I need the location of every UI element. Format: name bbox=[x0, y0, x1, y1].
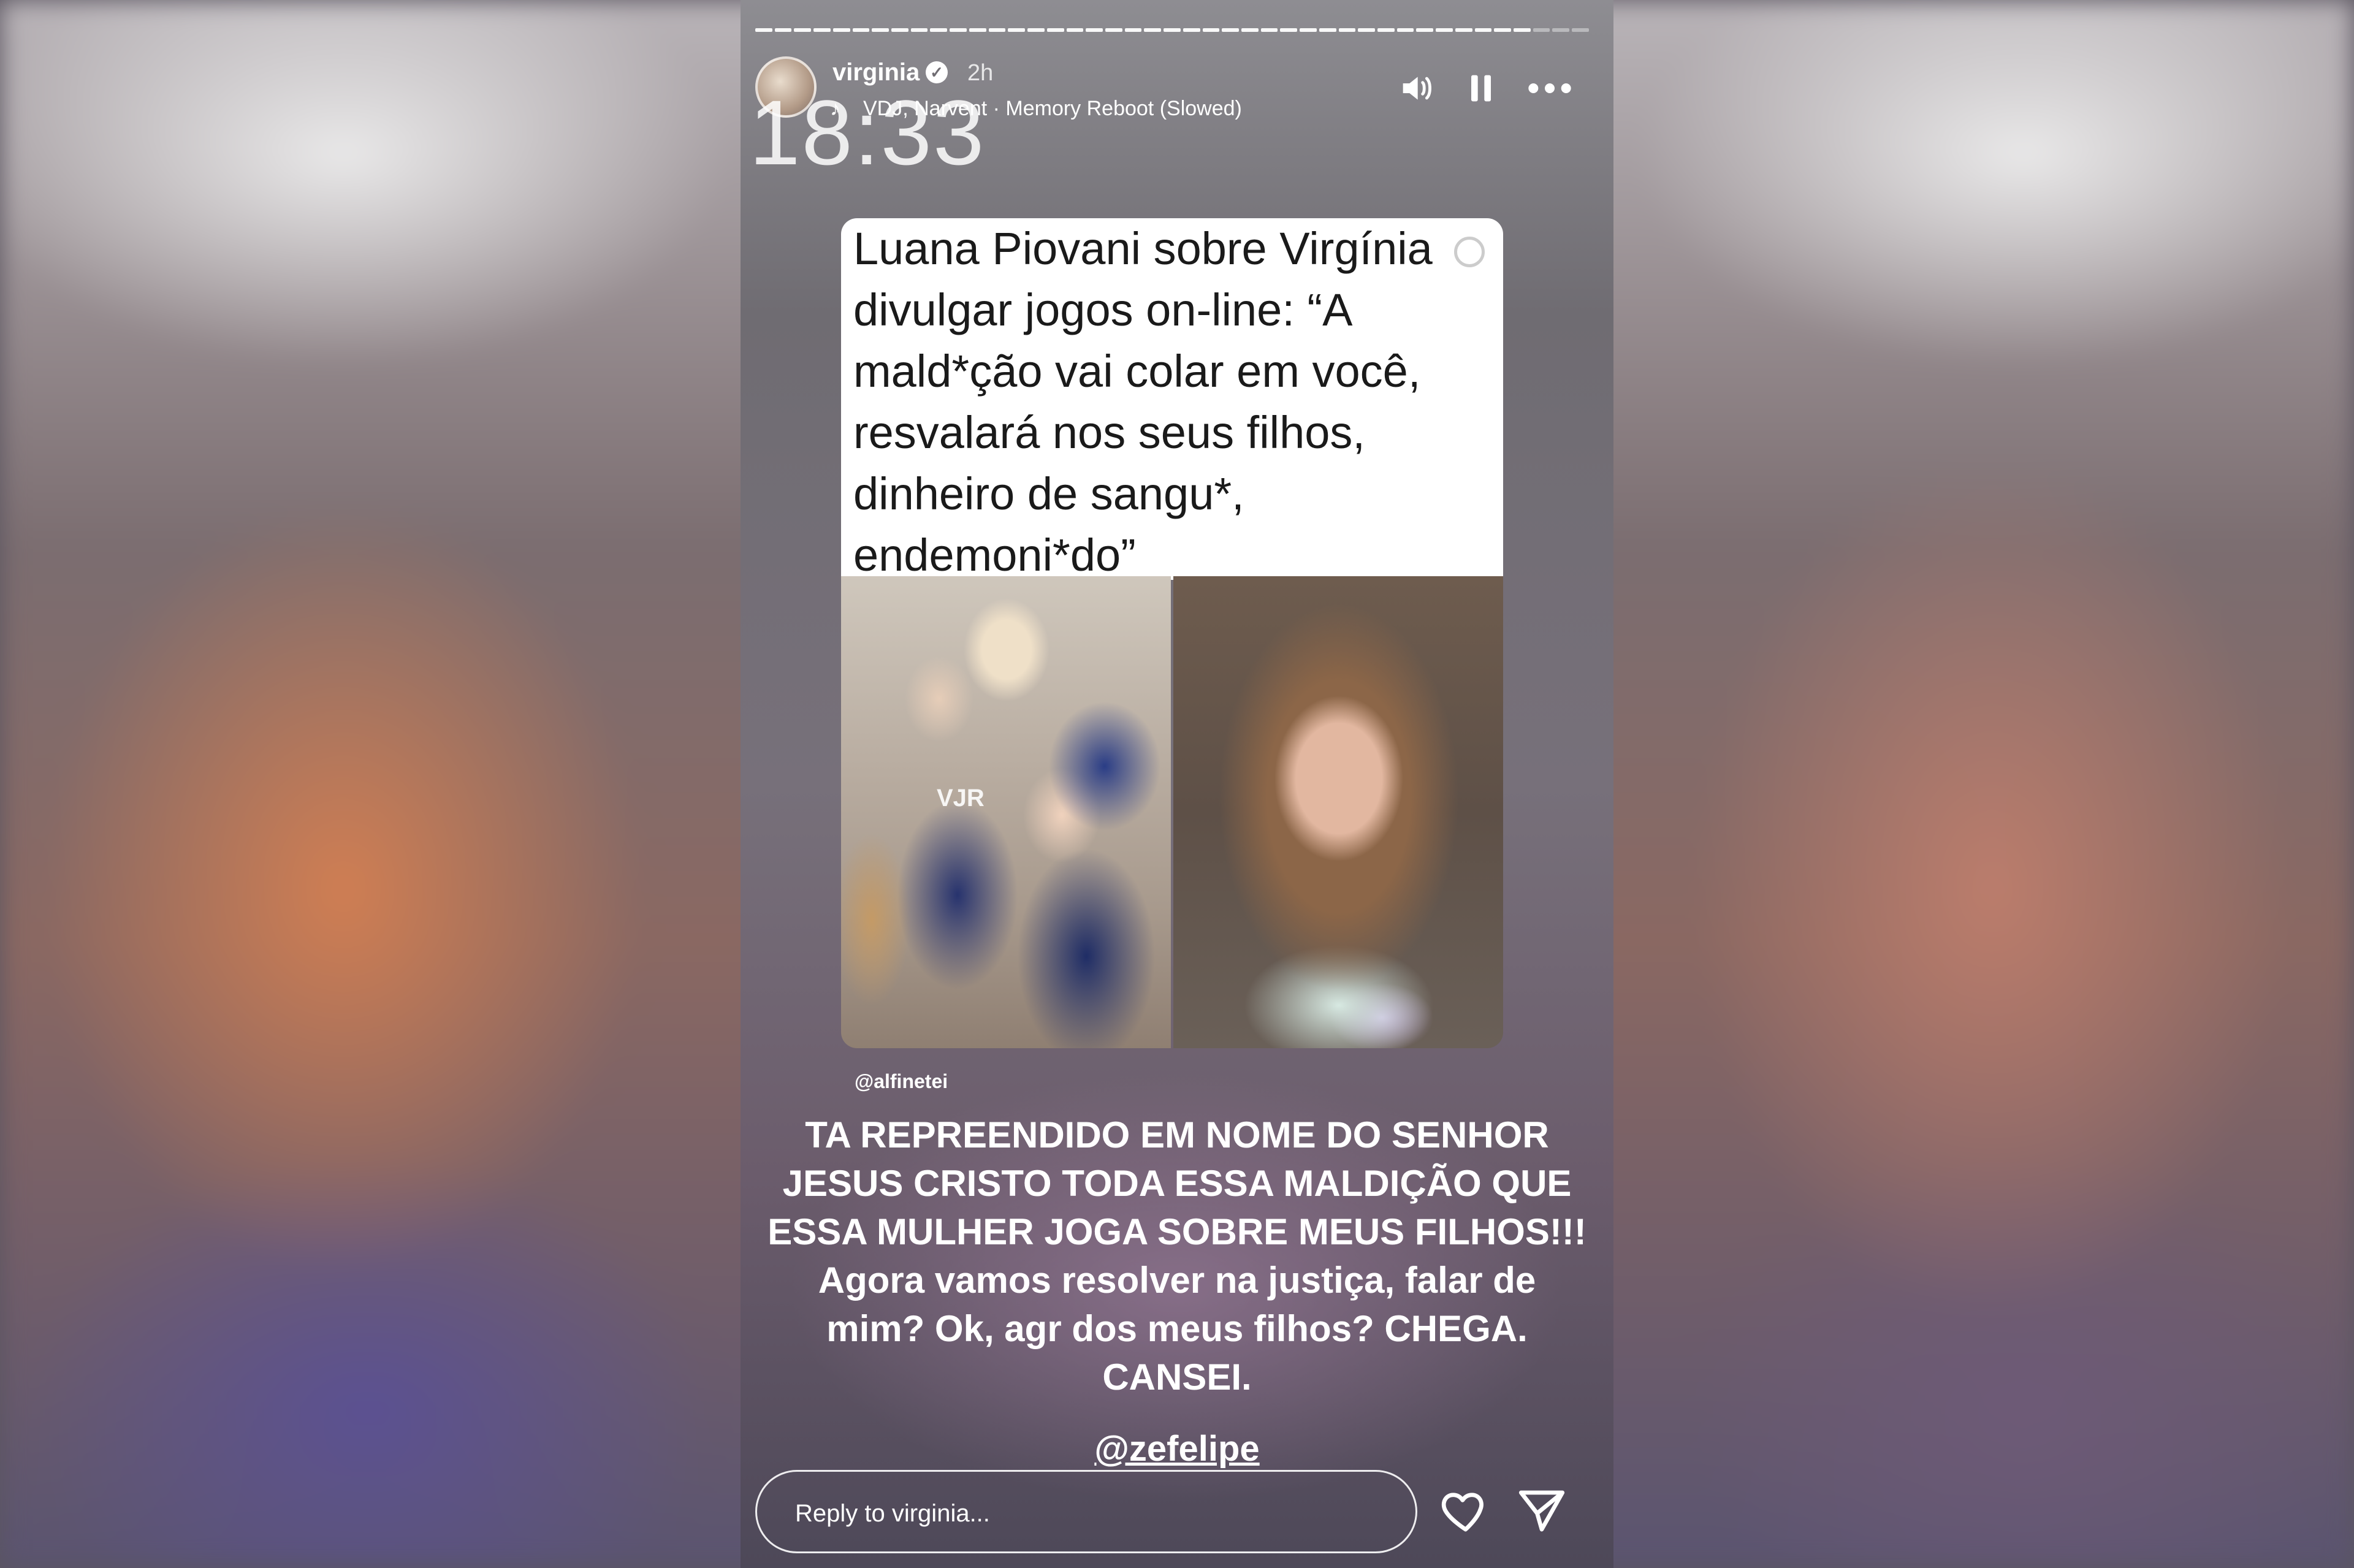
progress-segment bbox=[1144, 28, 1162, 32]
quote-card: Luana Piovani sobre Virgínia divulgar jo… bbox=[841, 218, 1503, 580]
progress-segment bbox=[969, 28, 986, 32]
progress-segment bbox=[1455, 28, 1472, 32]
progress-segment bbox=[1436, 28, 1453, 32]
progress-segment bbox=[1105, 28, 1122, 32]
progress-segment bbox=[1183, 28, 1200, 32]
progress-segment bbox=[1533, 28, 1550, 32]
clock-overlay: 18:33 bbox=[749, 81, 986, 184]
progress-segment bbox=[1377, 28, 1395, 32]
progress-segment bbox=[1260, 28, 1278, 32]
card-dot-icon bbox=[1454, 237, 1485, 267]
reply-input[interactable]: Reply to virginia... bbox=[755, 1470, 1417, 1553]
progress-segment bbox=[1474, 28, 1492, 32]
progress-segment bbox=[1066, 28, 1084, 32]
progress-segment bbox=[891, 28, 908, 32]
progress-segment bbox=[1086, 28, 1103, 32]
progress-segment bbox=[1280, 28, 1298, 32]
heart-icon[interactable] bbox=[1436, 1483, 1491, 1539]
progress-segment bbox=[1358, 28, 1375, 32]
progress-segment bbox=[930, 28, 948, 32]
progress-segment bbox=[1222, 28, 1239, 32]
progress-segment bbox=[1124, 28, 1142, 32]
progress-segment bbox=[1241, 28, 1259, 32]
progress-segment bbox=[1046, 28, 1064, 32]
portrait-photo bbox=[1173, 576, 1503, 1048]
send-icon[interactable] bbox=[1514, 1483, 1569, 1539]
progress-segment bbox=[1338, 28, 1356, 32]
progress-segment bbox=[1396, 28, 1414, 32]
progress-segment bbox=[1027, 28, 1045, 32]
progress-segment bbox=[1552, 28, 1570, 32]
story-viewer[interactable]: virginia ✓ 2h ♪ VDJ, Narvent · Memory Re… bbox=[741, 0, 1613, 1568]
progress-segment bbox=[852, 28, 870, 32]
progress-segment bbox=[950, 28, 967, 32]
pause-icon[interactable] bbox=[1461, 69, 1501, 108]
progress-segment bbox=[774, 28, 792, 32]
progress-segment bbox=[872, 28, 889, 32]
shirt-logo: VJR bbox=[937, 785, 985, 812]
progress-segment bbox=[755, 28, 772, 32]
progress-segment bbox=[910, 28, 928, 32]
more-options-icon[interactable] bbox=[1525, 69, 1574, 108]
story-caption: TA REPREENDIDO EM NOME DO SENHOR JESUS C… bbox=[768, 1114, 1586, 1398]
family-photo bbox=[841, 576, 1171, 1048]
progress-segment bbox=[1319, 28, 1336, 32]
photo-credit: @alfinetei bbox=[855, 1070, 948, 1092]
progress-segment bbox=[1572, 28, 1589, 32]
progress-segment bbox=[988, 28, 1006, 32]
progress-bar bbox=[755, 28, 1589, 32]
mention-link[interactable]: @zefelipe bbox=[741, 1428, 1613, 1469]
progress-segment bbox=[832, 28, 850, 32]
progress-segment bbox=[1202, 28, 1220, 32]
progress-segment bbox=[1164, 28, 1181, 32]
reply-placeholder: Reply to virginia... bbox=[795, 1500, 990, 1527]
progress-segment bbox=[1008, 28, 1026, 32]
progress-segment bbox=[1300, 28, 1317, 32]
progress-segment bbox=[1514, 28, 1531, 32]
progress-segment bbox=[794, 28, 812, 32]
progress-segment bbox=[1494, 28, 1512, 32]
progress-segment bbox=[1416, 28, 1434, 32]
quote-text: Luana Piovani sobre Virgínia divulgar jo… bbox=[853, 223, 1433, 580]
volume-icon[interactable] bbox=[1396, 69, 1436, 108]
progress-segment bbox=[813, 28, 831, 32]
